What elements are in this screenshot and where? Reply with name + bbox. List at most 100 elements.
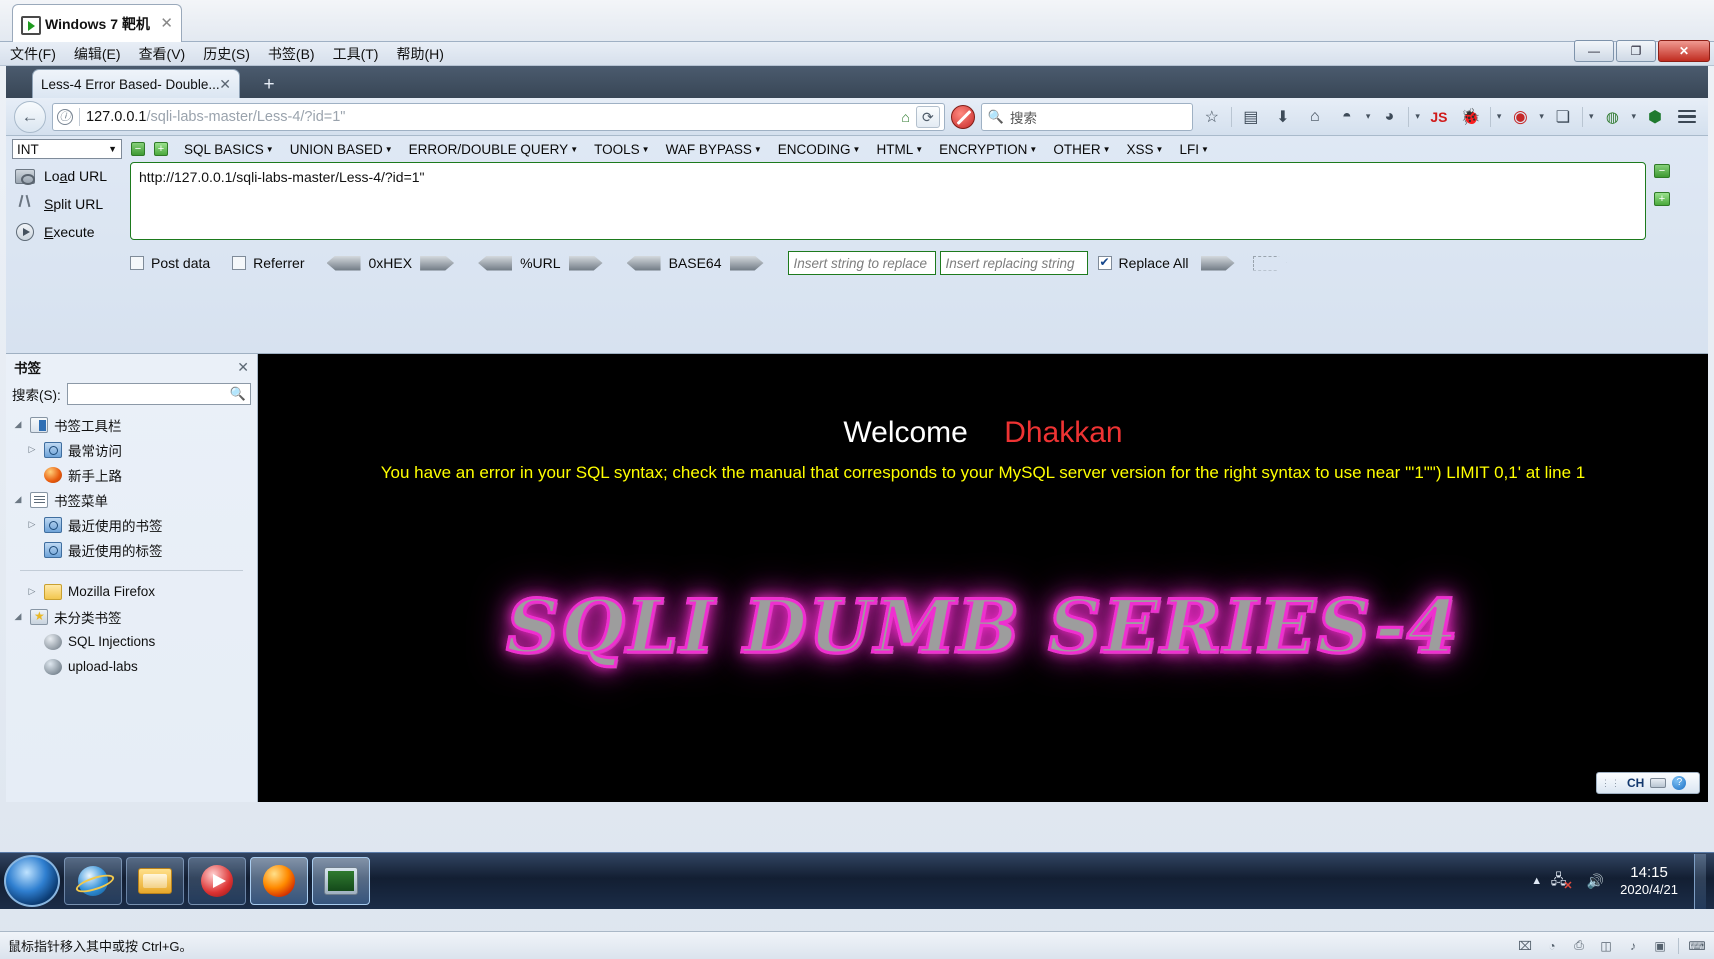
reload-icon[interactable]: ⟳: [915, 105, 940, 128]
noscript-icon[interactable]: [950, 104, 975, 129]
replace-apply-button[interactable]: [1201, 256, 1235, 271]
chevron-down-icon-2[interactable]: ▾: [1415, 111, 1420, 122]
show-desktop-button[interactable]: [1694, 853, 1706, 909]
twisty-icon[interactable]: ◢: [12, 611, 24, 622]
menu-view[interactable]: 查看(V): [139, 44, 186, 64]
vm-device-network-icon[interactable]: ◫: [1597, 938, 1615, 954]
cookie-manager-icon[interactable]: ◕: [1376, 104, 1402, 130]
execute-button[interactable]: Execute: [6, 218, 126, 246]
vm-device-audio-icon[interactable]: ♪: [1624, 938, 1642, 954]
tree-item-mozilla-firefox[interactable]: ▷ Mozilla Firefox: [6, 579, 257, 604]
base64-decode-button[interactable]: [627, 256, 661, 271]
replace-from-input[interactable]: Insert string to replace: [787, 251, 936, 275]
hackbar-menu-encoding[interactable]: ENCODING ▼: [778, 142, 861, 157]
sidebar-close-icon[interactable]: ✕: [237, 359, 249, 376]
twisty-icon[interactable]: ▷: [26, 519, 38, 530]
url-encode-button[interactable]: [569, 256, 603, 271]
menu-tools[interactable]: 工具(T): [333, 44, 379, 64]
sidebar-search-input[interactable]: 🔍: [66, 383, 251, 405]
tree-item-recent-tags[interactable]: 最近使用的标签: [6, 537, 257, 562]
close-button[interactable]: ✕: [1658, 40, 1710, 62]
menu-history[interactable]: 历史(S): [203, 44, 250, 64]
tamper-data-icon[interactable]: ◉: [1507, 104, 1533, 130]
tree-item-bookmarks-menu[interactable]: ◢ 书签菜单: [6, 487, 257, 512]
network-icon[interactable]: 🖧 ✕: [1551, 871, 1574, 892]
twisty-icon[interactable]: ◢: [12, 419, 24, 430]
hackbar-menu-other[interactable]: OTHER ▼: [1053, 142, 1110, 157]
referrer-checkbox[interactable]: Referrer: [232, 255, 305, 271]
vm-device-screen-icon[interactable]: ⌧: [1516, 938, 1534, 954]
taskbar-clock[interactable]: 14:15 2020/4/21: [1616, 864, 1678, 898]
vm-device-keyboard-icon[interactable]: ⌨: [1688, 938, 1706, 954]
home-page-icon[interactable]: ⌂: [901, 109, 909, 125]
hackbar-url-textarea[interactable]: http://127.0.0.1/sqli-labs-master/Less-4…: [130, 162, 1646, 240]
taskbar-hacker-tool[interactable]: [312, 857, 370, 905]
vm-device-printer-icon[interactable]: ⎙: [1570, 938, 1588, 954]
hackbar-menu-encryption[interactable]: ENCRYPTION ▼: [939, 142, 1037, 157]
user-agent-switcher-icon[interactable]: ◓: [1334, 104, 1360, 130]
hackbar-side-plus-button[interactable]: +: [1654, 192, 1670, 206]
menu-bookmarks[interactable]: 书签(B): [268, 44, 315, 64]
replace-revert-button[interactable]: [1253, 256, 1287, 271]
tree-item-recent-bookmarks[interactable]: ▷ 最近使用的书签: [6, 512, 257, 537]
hackbar-menu-waf-bypass[interactable]: WAF BYPASS ▼: [666, 142, 762, 157]
hackbar-menu-error-double[interactable]: ERROR/DOUBLE QUERY ▼: [409, 142, 578, 157]
menu-hamburger-icon[interactable]: [1674, 104, 1700, 130]
proxy-switch-icon[interactable]: ❏: [1550, 104, 1576, 130]
hackbar-decrease-button[interactable]: −: [131, 142, 145, 156]
menu-help[interactable]: 帮助(H): [396, 44, 443, 64]
url-bar[interactable]: ⓘ 127.0.0.1/sqli-labs-master/Less-4/?id=…: [52, 102, 945, 131]
show-hidden-icons-button[interactable]: ▲: [1531, 875, 1542, 887]
replace-all-checkbox[interactable]: Replace All: [1097, 255, 1189, 271]
taskbar-internet-explorer[interactable]: [64, 857, 122, 905]
hackbar-menu-lfi[interactable]: LFI ▼: [1179, 142, 1208, 157]
hackbar-increase-button[interactable]: +: [154, 142, 168, 156]
search-bar[interactable]: 🔍 搜索: [980, 102, 1193, 131]
twisty-icon[interactable]: ▷: [26, 586, 38, 597]
start-orb[interactable]: [4, 855, 60, 907]
chevron-down-icon-4[interactable]: ▾: [1539, 111, 1544, 122]
maximize-button[interactable]: ❐: [1616, 40, 1656, 62]
taskbar-firefox[interactable]: [250, 857, 308, 905]
bookmark-star-icon[interactable]: ☆: [1199, 104, 1225, 130]
menu-edit[interactable]: 编辑(E): [74, 44, 121, 64]
vm-tab[interactable]: Windows 7 靶机 ✕: [12, 4, 182, 42]
chevron-down-icon-5[interactable]: ▾: [1589, 111, 1594, 122]
chevron-down-icon-1[interactable]: ▾: [1366, 111, 1371, 122]
tree-item-most-visited[interactable]: ▷ 最常访问: [6, 437, 257, 462]
vm-device-disk-icon[interactable]: ◔: [1543, 938, 1561, 954]
home-icon[interactable]: ⌂: [1302, 104, 1328, 130]
new-tab-button[interactable]: +: [256, 74, 282, 98]
split-url-button[interactable]: Split URL: [6, 190, 126, 218]
ime-language-label[interactable]: CH: [1627, 776, 1644, 790]
javascript-toggle-icon[interactable]: JS: [1426, 104, 1452, 130]
taskbar-media-player[interactable]: [188, 857, 246, 905]
tree-item-upload-labs[interactable]: upload-labs: [6, 654, 257, 679]
post-data-checkbox[interactable]: Post data: [130, 255, 210, 271]
url-decode-button[interactable]: [478, 256, 512, 271]
firebug-icon[interactable]: 🐞: [1458, 104, 1484, 130]
back-button[interactable]: ←: [14, 100, 46, 133]
taskbar-file-explorer[interactable]: [126, 857, 184, 905]
twisty-icon[interactable]: ◢: [12, 494, 24, 505]
volume-icon[interactable]: 🔊: [1584, 871, 1606, 891]
hex-decode-button[interactable]: [327, 256, 361, 271]
shield-icon[interactable]: ⬢: [1642, 104, 1668, 130]
hackbar-menu-tools[interactable]: TOOLS ▼: [594, 142, 649, 157]
hackbar-menu-union-based[interactable]: UNION BASED ▼: [290, 142, 393, 157]
extension-globe-icon[interactable]: ◍: [1599, 104, 1625, 130]
base64-encode-button[interactable]: [730, 256, 764, 271]
help-icon[interactable]: ?: [1672, 776, 1687, 790]
hackbar-type-select[interactable]: INT ▼: [12, 139, 122, 159]
chevron-down-icon-3[interactable]: ▾: [1497, 111, 1502, 122]
keyboard-icon[interactable]: [1650, 778, 1667, 788]
tree-item-unsorted-bookmarks[interactable]: ◢ 未分类书签: [6, 604, 257, 629]
site-info-icon[interactable]: ⓘ: [57, 108, 73, 125]
hackbar-menu-html[interactable]: HTML ▼: [876, 142, 923, 157]
hex-encode-button[interactable]: [420, 256, 454, 271]
tree-item-bookmarks-toolbar[interactable]: ◢ 书签工具栏: [6, 412, 257, 437]
vm-tab-close-icon[interactable]: ✕: [160, 16, 173, 31]
hackbar-menu-sql-basics[interactable]: SQL BASICS ▼: [184, 142, 274, 157]
load-url-button[interactable]: Load URL: [6, 162, 126, 190]
hackbar-side-minus-button[interactable]: −: [1654, 164, 1670, 178]
